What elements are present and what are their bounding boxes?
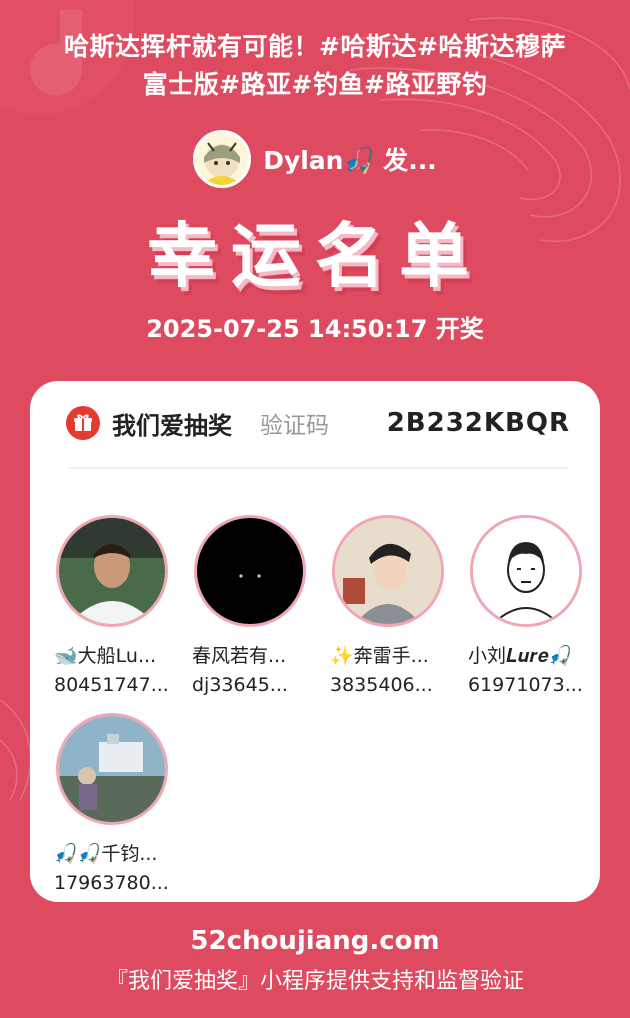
winner-item[interactable]: 🐋大船Lu... 80451747... (54, 515, 176, 696)
winner-name: ✨奔雷手... (330, 645, 429, 667)
winner-avatar (470, 515, 582, 627)
winner-card: 我们爱抽奖 验证码 2B232KBQR 🐋大船Lu... 80451747... (30, 381, 600, 902)
headline-line-1: 哈斯达挥杆就有可能！#哈斯达#哈斯达穆萨 (64, 32, 566, 61)
winner-name: 小刘𝑳𝒖𝒓𝒆🎣 (468, 645, 573, 667)
winner-item[interactable]: 春风若有... dj33645... (192, 515, 314, 696)
winner-id: 3835406... (330, 674, 433, 696)
winner-name: 🎣🎣千钧... (54, 843, 158, 865)
winner-avatar (56, 515, 168, 627)
footer-site-link[interactable]: 52choujiang.com (0, 926, 630, 956)
card-header: 我们爱抽奖 验证码 2B232KBQR (66, 403, 570, 443)
author-row: Dylan🎣 发... (0, 128, 630, 190)
headline: 哈斯达挥杆就有可能！#哈斯达#哈斯达穆萨 富士版#路亚#钓鱼#路亚野钓 (20, 28, 610, 104)
winner-name: 春风若有... (192, 645, 287, 667)
brand-name: 我们爱抽奖 (112, 411, 232, 440)
winner-id: dj33645... (192, 674, 288, 696)
winner-avatar (56, 713, 168, 825)
draw-time: 2025-07-25 14:50:17 开奖 (146, 315, 484, 343)
winner-item[interactable]: 小刘𝑳𝒖𝒓𝒆🎣 61971073... (468, 515, 590, 696)
verify-code-value: 2B232KBQR (386, 408, 570, 438)
winner-id: 80451747... (54, 674, 169, 696)
winner-avatar (194, 515, 306, 627)
divider (68, 467, 568, 469)
footer-note: 『我们爱抽奖』小程序提供支持和监督验证 (105, 969, 524, 994)
author-avatar-image (196, 133, 249, 185)
page-title: 幸运名单 (147, 214, 483, 297)
author-avatar[interactable] (193, 130, 252, 188)
winner-name: 🐋大船Lu... (54, 645, 157, 667)
headline-line-2: 富士版#路亚#钓鱼#路亚野钓 (142, 70, 488, 99)
verify-code-label: 验证码 (260, 413, 329, 439)
winner-id: 17963780... (54, 872, 169, 894)
winner-item[interactable]: ✨奔雷手... 3835406... (330, 515, 452, 696)
gift-icon (66, 406, 100, 440)
author-name: Dylan🎣 发... (263, 146, 437, 175)
winner-id: 61971073... (468, 674, 583, 696)
winner-avatar (332, 515, 444, 627)
winner-item[interactable]: 🎣🎣千钧... 17963780... (54, 713, 176, 894)
